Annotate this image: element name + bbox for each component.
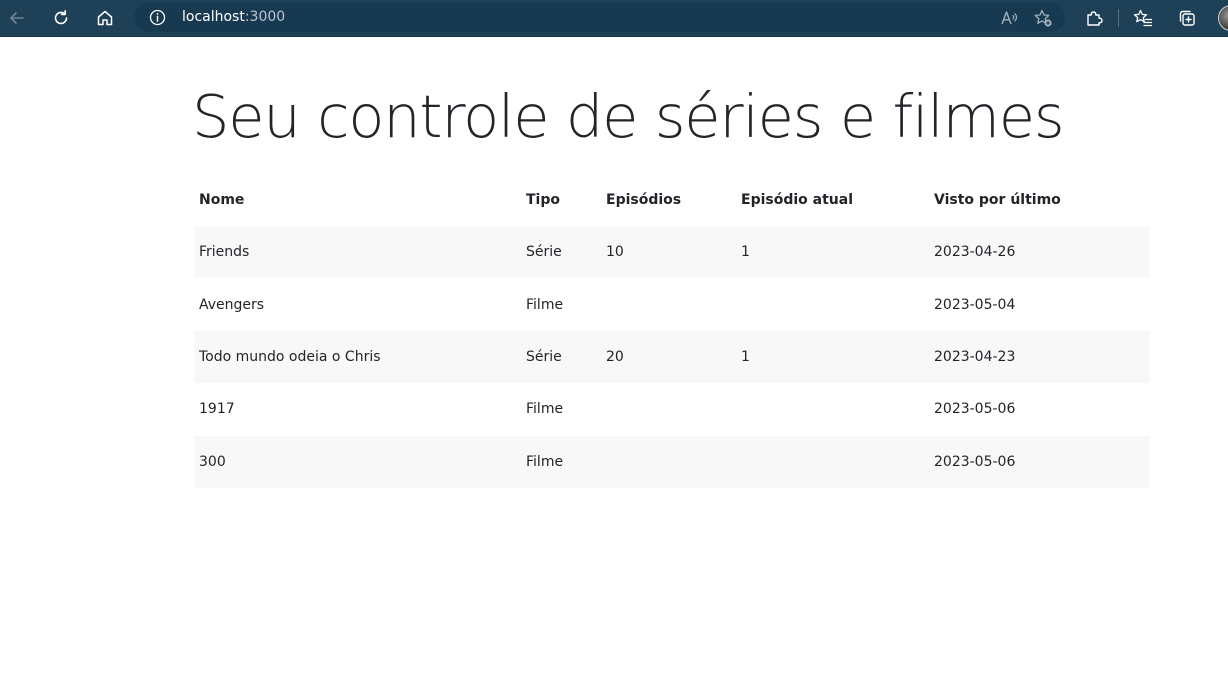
cell-episodios: [601, 278, 736, 330]
table-header-row: Nome Tipo Episódios Episódio atual Visto…: [194, 173, 1150, 226]
cell-nome: Todo mundo odeia o Chris: [199, 348, 381, 365]
favorites-button[interactable]: [1130, 5, 1156, 31]
url-text[interactable]: localhost:3000: [182, 9, 285, 26]
cell-episodio-atual: [736, 383, 929, 435]
cell-tipo: Série: [526, 244, 562, 261]
favorites-icon: [1133, 9, 1153, 27]
cell-visto-por-ultimo: 2023-04-26: [934, 244, 1016, 261]
cell-episodios: 20: [606, 348, 624, 365]
address-bar[interactable]: localhost:3000: [134, 3, 1065, 32]
header-tipo: Tipo: [526, 191, 560, 208]
header-nome: Nome: [199, 191, 245, 208]
profile-avatar[interactable]: [1218, 5, 1228, 31]
table-row: 300 Filme 2023-05-06: [194, 435, 1150, 488]
cell-episodio-atual: [736, 278, 929, 330]
table-row: 1917 Filme 2023-05-06: [194, 383, 1150, 435]
info-icon[interactable]: [149, 9, 166, 26]
cell-nome: 300: [199, 453, 226, 470]
media-table: Nome Tipo Episódios Episódio atual Visto…: [194, 173, 1150, 488]
url-host: localhost: [182, 9, 245, 25]
table-body: Friends Série 10 1 2023-04-26 Avengers F…: [194, 226, 1150, 488]
url-port: :3000: [244, 9, 286, 25]
favorite-add-icon[interactable]: [1033, 8, 1053, 28]
cell-episodio-atual: 1: [741, 244, 750, 261]
cell-visto-por-ultimo: 2023-04-23: [934, 348, 1016, 365]
read-aloud-icon[interactable]: [999, 8, 1019, 28]
cell-episodio-atual: 1: [741, 348, 750, 365]
cell-nome: Friends: [199, 244, 250, 261]
back-button[interactable]: [4, 5, 30, 31]
cell-visto-por-ultimo: 2023-05-06: [934, 401, 1016, 418]
header-episodio-atual: Episódio atual: [741, 191, 853, 208]
table-row: Avengers Filme 2023-05-04: [194, 278, 1150, 330]
extensions-button[interactable]: [1081, 5, 1107, 31]
cell-tipo: Filme: [526, 453, 564, 470]
browser-toolbar: localhost:3000: [0, 0, 1228, 37]
cell-nome: Avengers: [199, 296, 265, 313]
extensions-icon: [1087, 11, 1103, 26]
collections-icon: [1179, 10, 1195, 26]
table-header: Nome Tipo Episódios Episódio atual Visto…: [194, 173, 1150, 226]
refresh-button[interactable]: [48, 5, 74, 31]
cell-visto-por-ultimo: 2023-05-04: [934, 296, 1016, 313]
cell-tipo: Filme: [526, 296, 564, 313]
cell-episodios: [601, 436, 736, 488]
header-episodios: Episódios: [606, 191, 682, 208]
back-arrow-icon: [10, 12, 24, 24]
home-icon: [97, 10, 113, 26]
header-visto-por-ultimo: Visto por último: [934, 191, 1061, 208]
refresh-icon: [54, 10, 68, 25]
table-row: Friends Série 10 1 2023-04-26: [194, 226, 1150, 279]
home-button[interactable]: [92, 5, 118, 31]
cell-visto-por-ultimo: 2023-05-06: [934, 453, 1016, 470]
table-row: Todo mundo odeia o Chris Série 20 1 2023…: [194, 330, 1150, 384]
cell-episodio-atual: [736, 436, 929, 488]
cell-tipo: Série: [526, 348, 562, 365]
page-title: Seu controle de séries e filmes: [192, 82, 1065, 151]
toolbar-separator: [1118, 9, 1119, 27]
cell-episodios: 10: [606, 244, 624, 261]
cell-tipo: Filme: [526, 401, 564, 418]
collections-button[interactable]: [1174, 5, 1200, 31]
cell-nome: 1917: [199, 401, 235, 418]
cell-episodios: [601, 383, 736, 435]
